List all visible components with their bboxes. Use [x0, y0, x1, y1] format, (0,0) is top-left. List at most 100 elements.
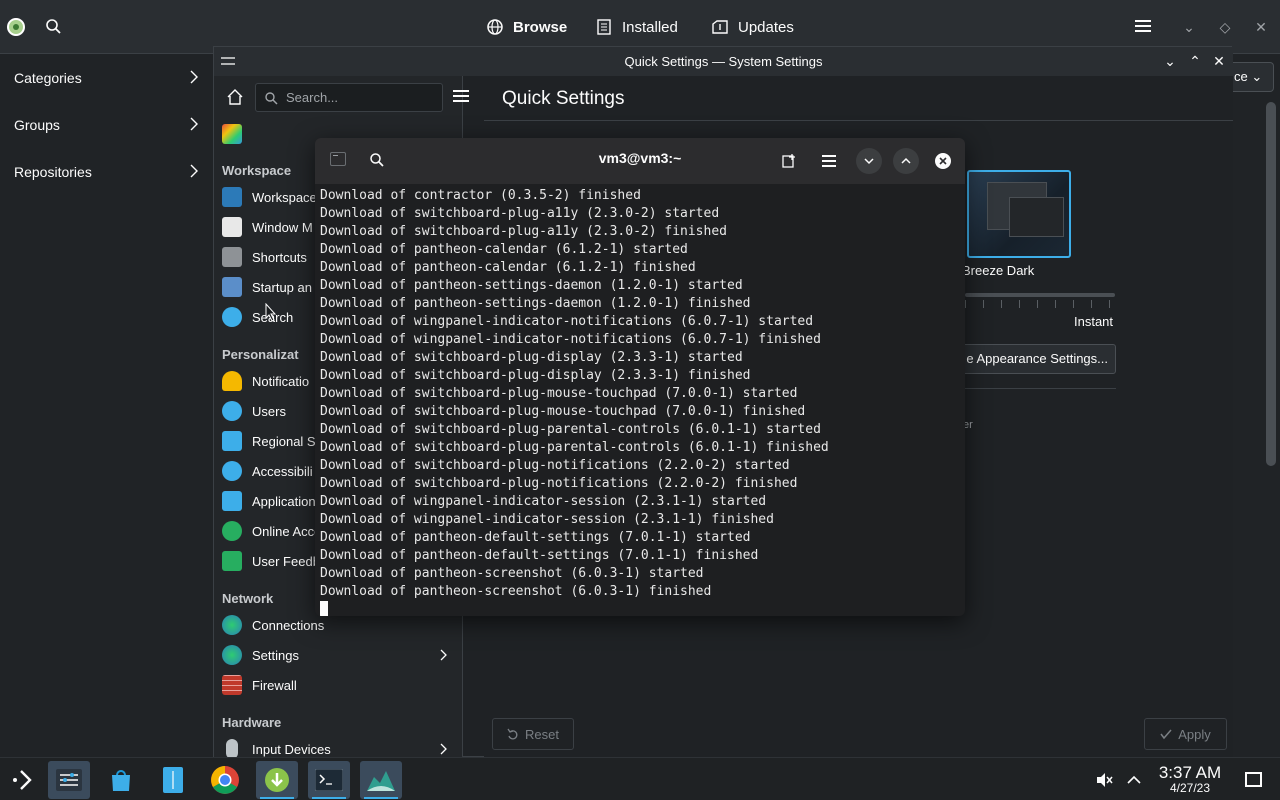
minimize-button[interactable]: ⌄	[1162, 53, 1178, 69]
sidebar-item-label: Application	[252, 493, 316, 509]
terminal-headerbar: vm3@vm3:~	[315, 138, 965, 184]
chevron-right-icon	[190, 117, 198, 131]
hamburger-menu-icon[interactable]	[453, 89, 469, 103]
tab-installed-label: Installed	[622, 18, 678, 36]
sidebar-item-label: Firewall	[252, 677, 297, 693]
firewall-icon	[222, 675, 242, 695]
section-workspace: Workspace	[222, 163, 292, 178]
bell-icon	[222, 371, 242, 391]
scrollbar[interactable]	[1266, 102, 1276, 466]
terminal-line: Download of switchboard-plug-notificatio…	[320, 458, 790, 473]
file-manager-icon	[163, 767, 183, 793]
terminal-line: Download of pantheon-screenshot (6.0.3-1…	[320, 566, 704, 581]
sidebar-item-firewall[interactable]: Firewall	[214, 670, 459, 700]
show-desktop-button[interactable]	[1245, 772, 1262, 787]
nav-repositories-label: Repositories	[14, 164, 92, 180]
sidebar-item-label: Regional S	[252, 433, 316, 449]
search-icon[interactable]	[369, 152, 385, 168]
theme-thumbnail-breeze-dark[interactable]	[967, 170, 1071, 258]
speaker-muted-icon[interactable]	[1094, 770, 1114, 790]
close-button[interactable]	[930, 148, 956, 174]
close-icon	[935, 153, 951, 169]
startup-icon	[222, 277, 242, 297]
chevron-down-icon	[864, 158, 874, 165]
tab-updates[interactable]: Updates	[711, 14, 794, 40]
nav-repositories[interactable]: Repositories	[0, 149, 212, 195]
new-tab-button[interactable]	[776, 148, 802, 174]
maximize-button[interactable]: ◇	[1215, 17, 1235, 37]
terminal-line: Download of contractor (0.3.5-2) finishe…	[320, 188, 641, 203]
more-appearance-settings-button[interactable]: e Appearance Settings...	[946, 344, 1116, 374]
terminal-line: Download of switchboard-plug-parental-co…	[320, 422, 821, 437]
reset-button[interactable]: Reset	[492, 718, 574, 750]
terminal-line: Download of switchboard-plug-notificatio…	[320, 476, 798, 491]
chevron-right-icon	[190, 70, 198, 84]
taskbar-system-settings[interactable]	[48, 761, 90, 799]
settings-search-input[interactable]: Search...	[255, 83, 443, 112]
section-hardware: Hardware	[222, 715, 282, 730]
nav-groups[interactable]: Groups	[0, 102, 212, 148]
keyboard-icon	[222, 247, 242, 267]
reset-label: Reset	[525, 726, 559, 742]
maximize-button[interactable]	[893, 148, 919, 174]
users-icon	[222, 401, 242, 421]
maximize-button[interactable]: ⌃	[1187, 53, 1203, 69]
feedback-icon	[222, 551, 242, 571]
close-button[interactable]: ✕	[1211, 53, 1227, 69]
terminal-line: Download of switchboard-plug-a11y (2.3.0…	[320, 224, 727, 239]
section-network: Network	[222, 591, 274, 606]
terminal-menu-button[interactable]	[816, 148, 842, 174]
section-personalization: Personalizat	[222, 347, 299, 362]
sidebar-item-label: User Feedb	[252, 553, 320, 569]
sidebar-item-label: Input Devices	[252, 741, 331, 757]
clock-time[interactable]: 3:37 AM	[1150, 763, 1230, 783]
terminal-app-icon	[330, 152, 346, 166]
terminal-line: Download of wingpanel-indicator-session …	[320, 494, 767, 509]
taskbar-file-manager[interactable]	[152, 761, 194, 799]
taskbar-system-monitor[interactable]	[360, 761, 402, 799]
sidebar-item-label: Window M	[252, 219, 313, 235]
sidebar-item-label: Startup an	[252, 279, 312, 295]
mouse-pointer-icon	[265, 303, 277, 322]
sidebar-item-label: Workspace	[252, 189, 317, 205]
taskbar-discover-store[interactable]	[100, 761, 142, 799]
chevron-right-icon	[440, 743, 447, 755]
theme-name: Breeze Dark	[962, 263, 1035, 278]
pin-icon[interactable]	[220, 54, 236, 68]
search-icon[interactable]	[44, 17, 64, 37]
terminal-prompt-line[interactable]	[320, 601, 960, 616]
taskbar-software-updater[interactable]	[256, 761, 298, 799]
steamdeck-launcher-icon	[13, 770, 32, 790]
download-icon	[265, 768, 289, 792]
settings-toolbar: Search...	[214, 76, 469, 116]
minimize-button[interactable]: ⌄	[1179, 17, 1199, 37]
chevron-right-icon	[190, 164, 198, 178]
workspace-icon	[222, 187, 242, 207]
tab-installed[interactable]: Installed	[595, 14, 678, 40]
terminal-line: Download of switchboard-plug-a11y (2.3.0…	[320, 206, 720, 221]
chevron-up-icon	[901, 157, 911, 164]
sort-dropdown[interactable]: ce ⌄	[1232, 62, 1274, 92]
hamburger-menu-icon[interactable]	[1135, 19, 1151, 33]
nav-categories[interactable]: Categories	[0, 55, 212, 101]
terminal-cursor	[320, 601, 328, 616]
updates-icon	[712, 20, 728, 34]
terminal-window[interactable]: vm3@vm3:~ Download of contractor (0.3.5-…	[315, 138, 965, 616]
sidebar-item-network-settings[interactable]: Settings	[214, 640, 459, 670]
terminal-line: Download of pantheon-default-settings (7…	[320, 548, 759, 563]
clock-date[interactable]: 4/27/23	[1150, 781, 1230, 795]
tray-expand-icon[interactable]	[1124, 770, 1144, 790]
taskbar-chrome[interactable]	[204, 761, 246, 799]
hamburger-menu-icon	[822, 155, 836, 167]
sort-dropdown-label: ce	[1234, 69, 1248, 84]
application-launcher-button[interactable]	[2, 761, 44, 799]
animation-speed-slider[interactable]	[965, 293, 1115, 297]
tab-browse[interactable]: Browse	[486, 14, 567, 40]
apply-button[interactable]: Apply	[1144, 718, 1227, 750]
search-icon	[265, 91, 278, 105]
home-icon[interactable]	[226, 88, 244, 106]
terminal-output[interactable]: Download of contractor (0.3.5-2) finishe…	[320, 187, 960, 616]
taskbar-terminal[interactable]	[308, 761, 350, 799]
close-button[interactable]: ✕	[1251, 17, 1271, 37]
minimize-button[interactable]	[856, 148, 882, 174]
